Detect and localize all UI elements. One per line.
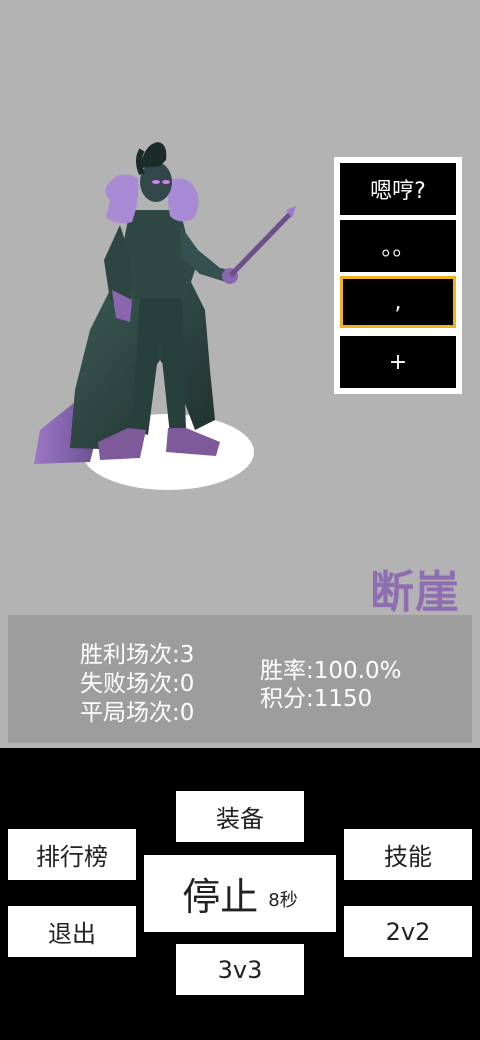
- leaderboard-button[interactable]: 排行榜: [8, 829, 136, 880]
- game-stage: 嗯哼? 。。 , + 断崖 胜利场次:3 失败场次:0 平局场次:0 胜率:10…: [0, 0, 480, 748]
- draws-label: 平局场次:: [80, 700, 180, 726]
- emote-button-2[interactable]: 。。: [340, 220, 456, 272]
- emote-button-4[interactable]: +: [340, 336, 456, 388]
- stop-label: 停止: [182, 875, 259, 919]
- emote-panel: 嗯哼? 。。 , +: [334, 157, 462, 394]
- equipment-button[interactable]: 装备: [176, 791, 304, 842]
- control-panel: 装备 排行榜 技能 停止 8秒 退出 2v2 3v3: [0, 748, 480, 1040]
- character-name: 断崖: [370, 567, 460, 618]
- countdown-timer: 8秒: [268, 889, 298, 911]
- score-value: 1150: [313, 686, 373, 712]
- character-sprite: [34, 142, 296, 490]
- emote-button-1[interactable]: 嗯哼?: [340, 163, 456, 215]
- exit-button[interactable]: 退出: [8, 906, 136, 957]
- draws-value: 0: [179, 700, 195, 726]
- stats-panel: 胜利场次:3 失败场次:0 平局场次:0 胜率:100.0% 积分:1150: [8, 615, 472, 743]
- mode-2v2-button[interactable]: 2v2: [344, 906, 472, 957]
- mode-3v3-button[interactable]: 3v3: [176, 944, 304, 995]
- score-label: 积分:: [260, 686, 314, 712]
- score-stat: 积分:1150: [260, 679, 372, 713]
- skills-button[interactable]: 技能: [344, 829, 472, 880]
- stop-match-button[interactable]: 停止 8秒: [144, 855, 336, 932]
- draws-stat: 平局场次:0: [80, 693, 194, 727]
- emote-button-3[interactable]: ,: [340, 276, 456, 328]
